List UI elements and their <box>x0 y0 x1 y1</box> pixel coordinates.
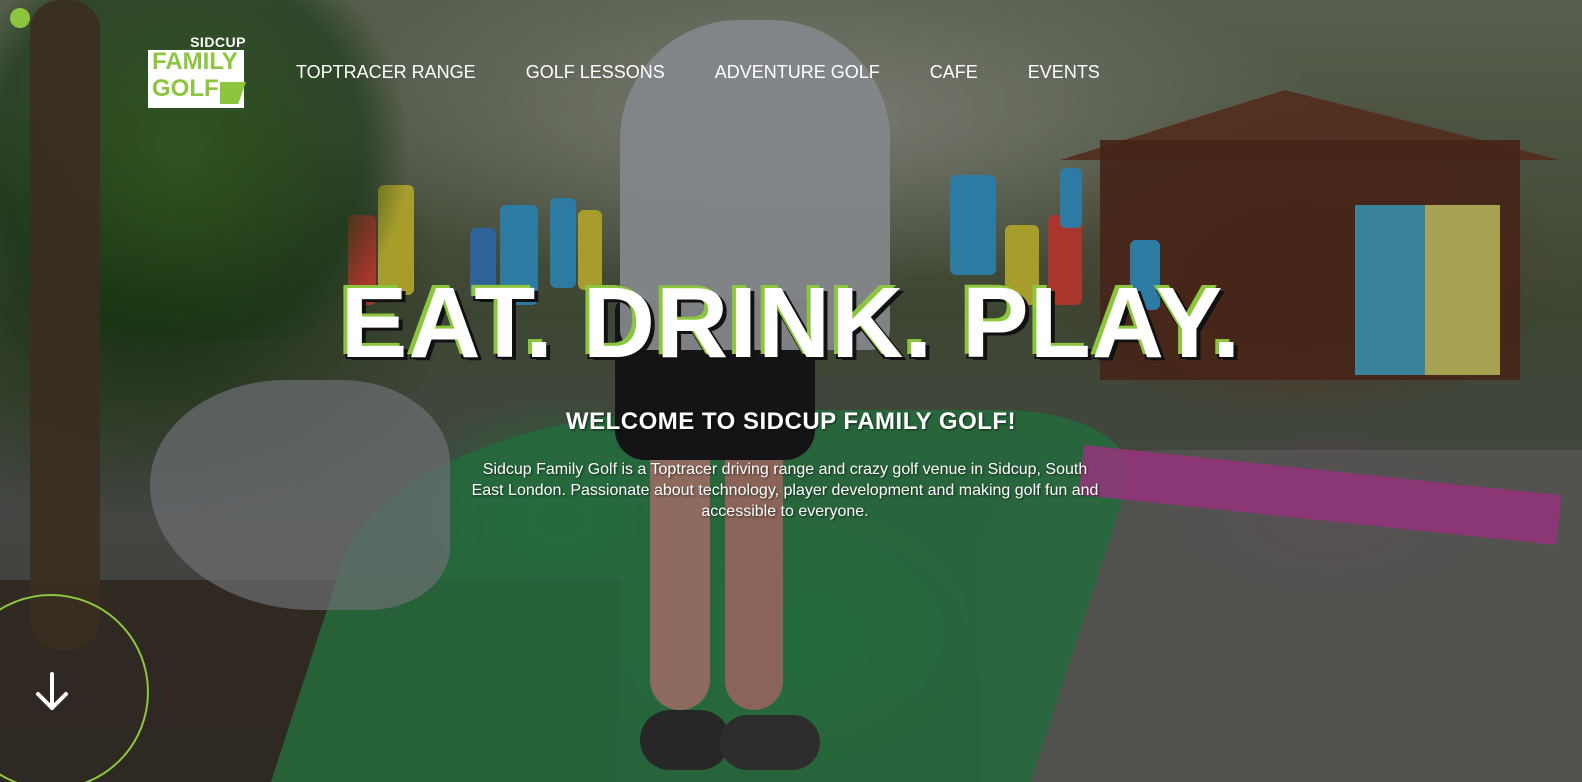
hero-headline: EAT. DRINK. PLAY. <box>340 267 1242 379</box>
hero-welcome-title: WELCOME TO SIDCUP FAMILY GOLF! <box>565 408 1017 435</box>
hero-dark-overlay <box>0 0 1582 782</box>
main-nav: TOPTRACER RANGE GOLF LESSONS ADVENTURE G… <box>296 62 1150 83</box>
nav-cafe[interactable]: CAFE <box>930 62 978 83</box>
corner-dot-icon <box>10 8 30 28</box>
site-logo[interactable]: SIDCUP FAMILY GOLF <box>148 34 248 110</box>
nav-adventure-golf[interactable]: ADVENTURE GOLF <box>715 62 880 83</box>
arrow-down-icon <box>36 672 68 710</box>
nav-golf-lessons[interactable]: GOLF LESSONS <box>526 62 665 83</box>
nav-events[interactable]: EVENTS <box>1028 62 1100 83</box>
logo-text-family: FAMILY <box>152 48 238 75</box>
hero-intro-text: Sidcup Family Golf is a Toptracer drivin… <box>471 461 1099 520</box>
hero-section: SIDCUP FAMILY GOLF TOPTRACER RANGE GOLF … <box>0 0 1582 782</box>
logo-text-golf: GOLF <box>152 75 219 102</box>
nav-toptracer-range[interactable]: TOPTRACER RANGE <box>296 62 476 83</box>
scroll-down-button[interactable] <box>28 668 76 716</box>
